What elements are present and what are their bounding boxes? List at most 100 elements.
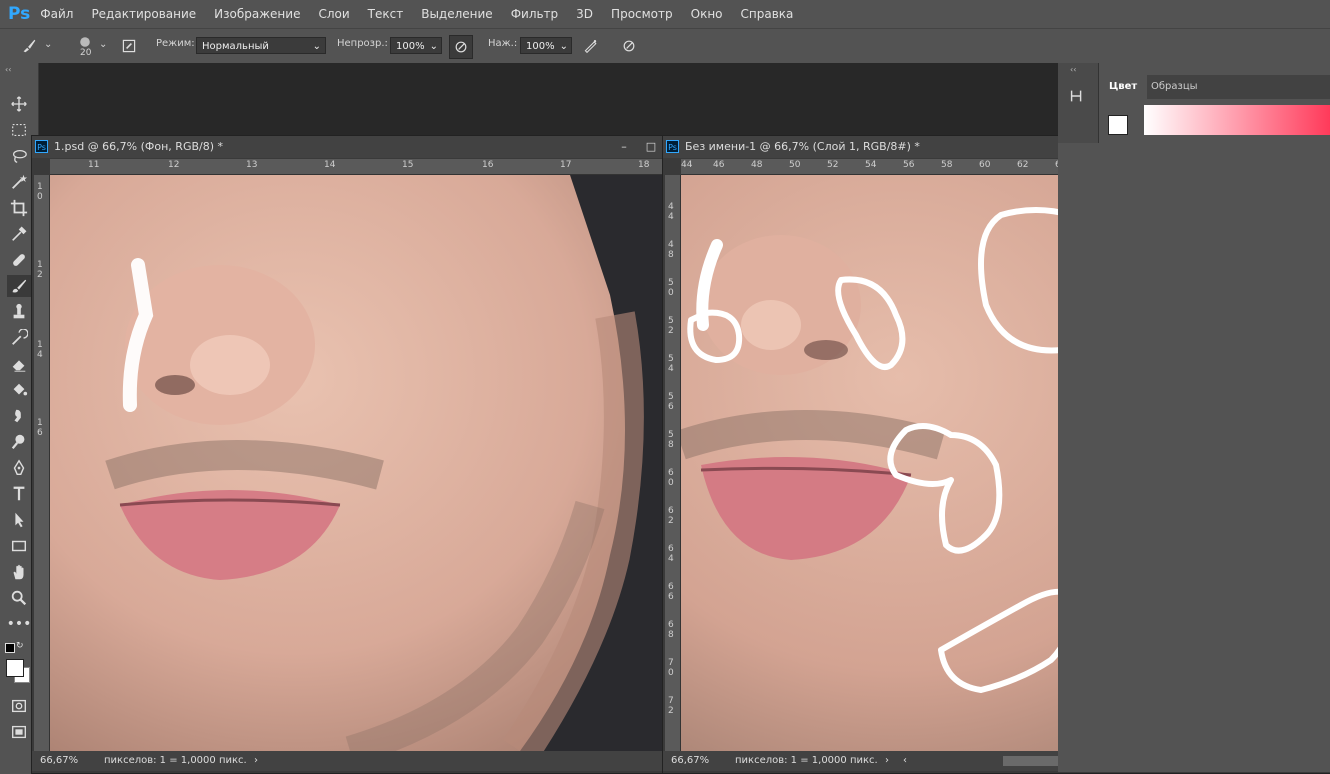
status-info: пикселов: 1 = 1,0000 пикс. xyxy=(104,755,247,766)
vertical-ruler: 4 4 4 8 5 0 5 2 5 4 5 6 5 8 6 0 6 2 6 4 … xyxy=(665,175,681,751)
ruler-tick: 7 xyxy=(668,696,674,706)
ruler-tick: 2 xyxy=(37,270,43,280)
minimize-button[interactable]: – xyxy=(617,140,631,154)
document-1-canvas[interactable] xyxy=(50,175,662,751)
marquee-tool-icon[interactable] xyxy=(7,119,31,141)
ruler-tick: 2 xyxy=(668,706,674,716)
zoom-tool-icon[interactable] xyxy=(7,587,31,609)
chevron-left-icon[interactable]: ‹ xyxy=(903,751,907,771)
chevron-right-icon[interactable]: › xyxy=(885,751,889,771)
menu-bar: Ps Файл Редактирование Изображение Слои … xyxy=(0,0,1330,28)
ruler-tick: 4 xyxy=(668,240,674,250)
document-window-1[interactable]: Ps 1.psd @ 66,7% (Фон, RGB/8) * – □ 11 1… xyxy=(31,135,665,774)
magic-wand-icon[interactable] xyxy=(7,171,31,193)
ruler-tick: 6 xyxy=(668,592,674,602)
menu-edit[interactable]: Редактирование xyxy=(91,7,196,21)
ruler-tick: 0 xyxy=(668,288,674,298)
chevron-right-icon[interactable]: › xyxy=(254,751,258,771)
ruler-tick: 16 xyxy=(482,160,494,170)
menu-type[interactable]: Текст xyxy=(368,7,404,21)
ruler-tick: 60 xyxy=(979,160,991,170)
flow-field[interactable]: 100% ⌄ xyxy=(520,37,572,54)
opacity-field[interactable]: 100% ⌄ xyxy=(390,37,442,54)
ruler-tick: 6 xyxy=(668,582,674,592)
hand-tool-icon[interactable] xyxy=(7,561,31,583)
move-tool-icon[interactable] xyxy=(7,93,31,115)
right-panel: ‹‹ Цвет Образцы xyxy=(1058,63,1330,772)
menu-help[interactable]: Справка xyxy=(741,7,794,21)
menu-layers[interactable]: Слои xyxy=(318,7,349,21)
menu-image[interactable]: Изображение xyxy=(214,7,300,21)
ruler-tick: 58 xyxy=(941,160,953,170)
collapse-icon[interactable]: ‹‹ xyxy=(1070,65,1076,74)
collapse-icon[interactable]: ‹‹ xyxy=(5,65,11,74)
quick-mask-icon[interactable] xyxy=(7,695,31,717)
document-1-titlebar[interactable]: Ps 1.psd @ 66,7% (Фон, RGB/8) * – □ xyxy=(32,136,664,158)
menu-window[interactable]: Окно xyxy=(691,7,723,21)
opacity-value: 100% xyxy=(396,41,425,52)
lasso-tool-icon[interactable] xyxy=(7,145,31,167)
ruler-tick: 6 xyxy=(668,468,674,478)
crop-tool-icon[interactable] xyxy=(7,197,31,219)
path-select-icon[interactable] xyxy=(7,509,31,531)
vertical-ruler: 1 0 1 2 1 4 1 6 xyxy=(34,175,50,751)
tab-swatches[interactable]: Образцы xyxy=(1151,75,1198,99)
ruler-tick: 50 xyxy=(789,160,801,170)
stamp-tool-icon[interactable] xyxy=(7,301,31,323)
paint-bucket-icon[interactable] xyxy=(7,379,31,401)
document-2-title: Без имени-1 @ 66,7% (Слой 1, RGB/8#) * xyxy=(685,140,920,153)
smudge-icon[interactable] xyxy=(7,405,31,427)
ruler-tick: 5 xyxy=(668,430,674,440)
document-1-title: 1.psd @ 66,7% (Фон, RGB/8) * xyxy=(54,140,224,153)
history-brush-icon[interactable] xyxy=(7,327,31,349)
color-spectrum[interactable] xyxy=(1144,105,1330,135)
rectangle-tool-icon[interactable] xyxy=(7,535,31,557)
ruler-tick: 44 xyxy=(681,160,693,170)
horizontal-ruler: 11 12 13 14 15 16 17 18 xyxy=(50,159,662,175)
ruler-tick: 12 xyxy=(168,160,180,170)
screen-mode-icon[interactable] xyxy=(7,721,31,743)
menu-file[interactable]: Файл xyxy=(40,7,73,21)
swap-colors-icon[interactable]: ↻ xyxy=(16,641,24,651)
status-info: пикселов: 1 = 1,0000 пикс. xyxy=(735,755,878,766)
pen-tool-icon[interactable] xyxy=(7,457,31,479)
brush-panel-icon[interactable] xyxy=(118,35,140,57)
menu-view[interactable]: Просмотр xyxy=(611,7,673,21)
chevron-down-icon[interactable]: ⌄ xyxy=(99,39,107,50)
dodge-icon[interactable] xyxy=(7,431,31,453)
pressure-size-icon[interactable] xyxy=(618,35,640,57)
chevron-down-icon[interactable]: ⌄ xyxy=(44,39,52,50)
menu-3d[interactable]: 3D xyxy=(576,7,593,21)
menu-select[interactable]: Выделение xyxy=(421,7,492,21)
default-colors-icon[interactable] xyxy=(5,643,15,653)
zoom-level[interactable]: 66,67% xyxy=(40,751,78,771)
menu-filter[interactable]: Фильтр xyxy=(511,7,558,21)
healing-brush-icon[interactable] xyxy=(7,249,31,271)
ruler-tick: 6 xyxy=(668,506,674,516)
more-tools-icon[interactable]: ••• xyxy=(7,613,32,635)
foreground-color-swatch[interactable] xyxy=(6,659,24,677)
ruler-tick: 8 xyxy=(668,250,674,260)
blend-mode-select[interactable]: Нормальный ⌄ xyxy=(196,37,326,54)
ruler-tick: 18 xyxy=(638,160,650,170)
ruler-tick: 54 xyxy=(865,160,877,170)
brush-size-value: 20 xyxy=(80,48,92,58)
ruler-tick: 52 xyxy=(827,160,839,170)
zoom-level[interactable]: 66,67% xyxy=(671,751,709,771)
photoshop-logo: Ps xyxy=(8,4,31,24)
foreground-color-swatch[interactable] xyxy=(1108,115,1128,135)
chevron-down-icon: ⌄ xyxy=(312,41,321,52)
ruler-tick: 4 xyxy=(668,364,674,374)
eraser-icon[interactable] xyxy=(7,353,31,375)
brush-preset-icon[interactable] xyxy=(18,35,40,57)
type-tool-icon[interactable] xyxy=(7,483,31,505)
history-panel-icon[interactable] xyxy=(1068,87,1086,108)
ruler-tick: 1 xyxy=(37,340,43,350)
brush-tool-icon[interactable] xyxy=(7,275,31,297)
eyedropper-icon[interactable] xyxy=(7,223,31,245)
pressure-opacity-icon[interactable] xyxy=(449,35,473,59)
maximize-button[interactable]: □ xyxy=(644,140,658,154)
tab-color[interactable]: Цвет xyxy=(1099,75,1148,99)
airbrush-icon[interactable] xyxy=(580,35,602,57)
ruler-tick: 17 xyxy=(560,160,572,170)
